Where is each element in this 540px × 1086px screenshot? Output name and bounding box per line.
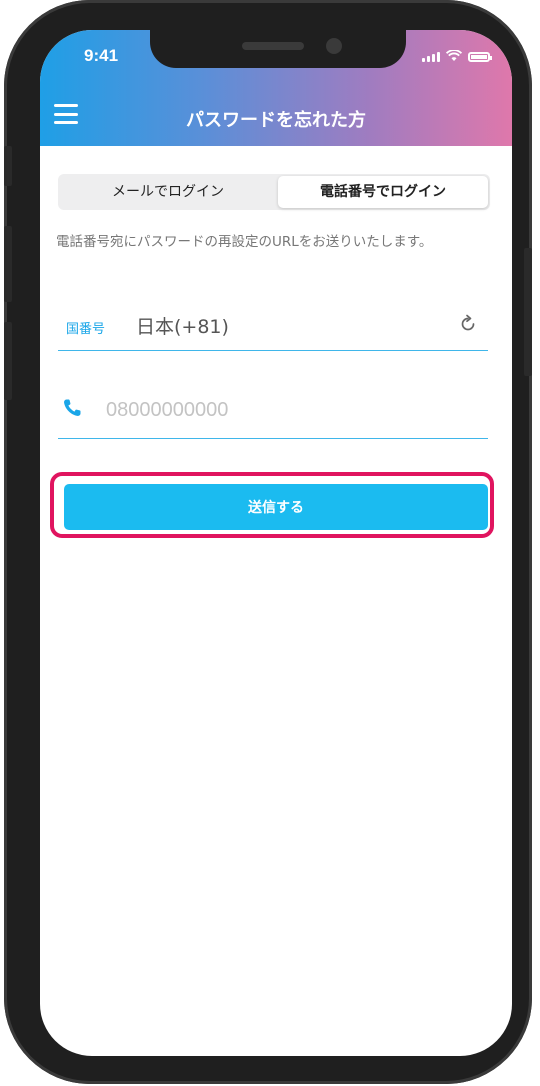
- country-code-value: 日本(+81): [136, 316, 229, 338]
- country-code-label: 国番号: [66, 322, 106, 337]
- country-code-selector[interactable]: 国番号 日本(+81): [58, 306, 488, 351]
- status-time: 9:41: [84, 46, 119, 65]
- phone-number-row: [58, 390, 488, 439]
- power-button: [524, 248, 532, 376]
- phone-frame: 9:41 パスワードを忘れた方 メールでログイン 電話番号でログイン 電話番号宛…: [4, 0, 532, 1084]
- notch: [150, 30, 406, 68]
- battery-icon: [468, 52, 492, 62]
- tab-email-login[interactable]: メールでログイン: [60, 176, 276, 208]
- screen: 9:41 パスワードを忘れた方 メールでログイン 電話番号でログイン 電話番号宛…: [40, 30, 512, 1056]
- instruction-text: 電話番号宛にパスワードの再設定のURLをお送りいたします。: [56, 234, 433, 250]
- phone-number-input[interactable]: [106, 394, 476, 426]
- phone-icon: [64, 399, 81, 416]
- login-method-tabs: メールでログイン 電話番号でログイン: [58, 174, 490, 210]
- signal-icon: [422, 52, 440, 62]
- mute-switch: [4, 146, 12, 186]
- volume-up-button: [4, 226, 12, 302]
- wifi-icon: [446, 50, 462, 61]
- front-camera: [326, 38, 342, 54]
- refresh-icon[interactable]: [458, 314, 478, 334]
- tab-phone-login[interactable]: 電話番号でログイン: [278, 176, 488, 208]
- submit-button[interactable]: 送信する: [64, 484, 488, 530]
- speaker: [242, 42, 304, 50]
- app-header: 9:41 パスワードを忘れた方: [40, 30, 512, 146]
- volume-down-button: [4, 322, 12, 400]
- page-title: パスワードを忘れた方: [186, 110, 366, 131]
- status-icons: [422, 50, 492, 62]
